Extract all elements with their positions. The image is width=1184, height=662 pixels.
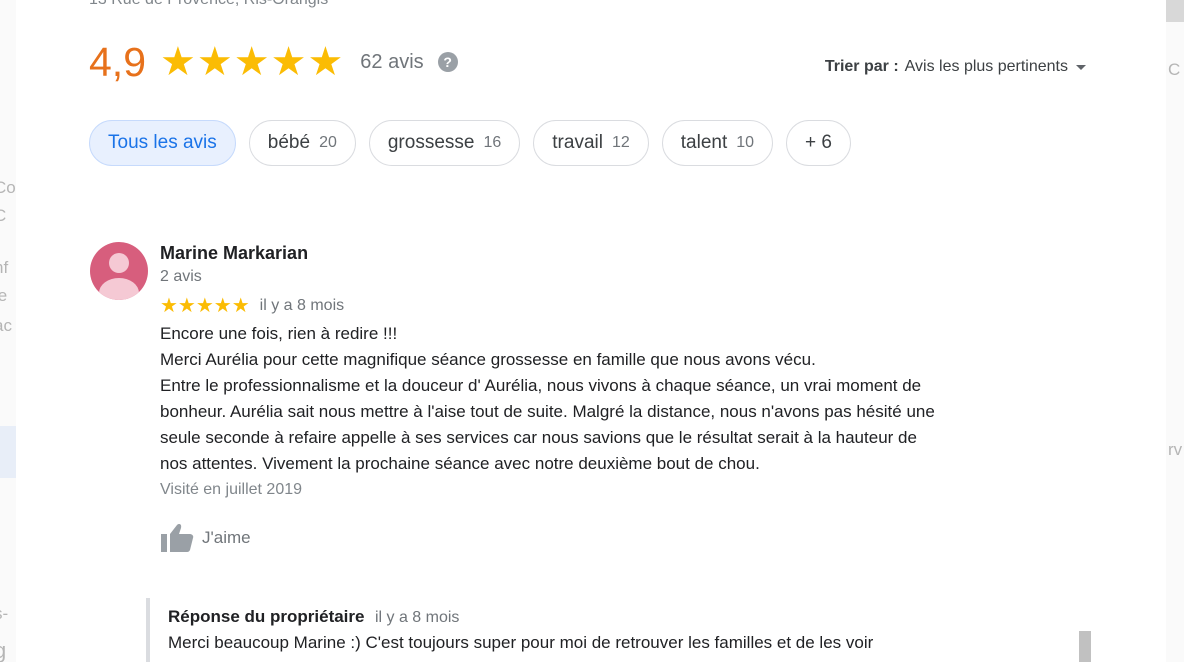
sort-dropdown[interactable]: Trier par : Avis les plus pertinents <box>825 58 1086 76</box>
chip-label: talent <box>680 132 728 153</box>
background-page-left: Co C nf le ac s- g <box>0 0 16 662</box>
background-header-bar <box>1166 0 1184 22</box>
background-text-fragment: le <box>0 286 8 305</box>
review-text-line: nos attentes. Vivement la prochaine séan… <box>160 454 760 473</box>
filter-chip-more[interactable]: + 6 <box>786 120 851 166</box>
chip-label: bébé <box>267 132 311 153</box>
owner-response-date: il y a 8 mois <box>374 609 460 626</box>
filter-chip-travail[interactable]: travail 12 <box>533 120 649 166</box>
scrollbar-thumb[interactable] <box>1079 631 1091 662</box>
review-author[interactable]: Marine Markarian <box>160 242 1060 264</box>
review-text: Encore une fois, rien à redire !!! Merci… <box>160 321 1060 477</box>
sort-value: Avis les plus pertinents <box>904 58 1068 75</box>
chip-count: 20 <box>319 134 337 151</box>
person-icon-body <box>99 278 139 300</box>
background-selected-item <box>0 426 16 478</box>
filter-chip-all[interactable]: Tous les avis <box>89 120 236 166</box>
background-text-fragment: Co <box>0 178 16 197</box>
help-icon[interactable]: ? <box>437 52 458 72</box>
chip-label: travail <box>552 132 603 153</box>
chip-count: 12 <box>611 134 630 151</box>
review-stars-icon: ★★★★★ <box>160 295 250 317</box>
rating-stars-icon: ★★★★★ <box>160 40 345 84</box>
chip-label: Tous les avis <box>108 132 217 153</box>
like-label: J'aime <box>202 528 251 547</box>
background-text-fragment: rv <box>1168 440 1183 459</box>
background-page-right: C rv <box>1166 0 1184 662</box>
rating-score: 4,9 <box>89 38 146 85</box>
background-text-fragment: C <box>0 206 7 225</box>
review-count: 62 avis <box>360 50 424 73</box>
avatar[interactable] <box>90 242 148 300</box>
review-text-line: Entre le professionnalisme et la douceur… <box>160 376 922 395</box>
review-text-line: seule seconde à refaire appelle à ses se… <box>160 428 917 447</box>
chip-count: 16 <box>483 134 502 151</box>
like-button[interactable]: J'aime <box>160 523 1060 553</box>
review-text-line: bonheur. Aurélia sait nous mettre à l'ai… <box>160 402 935 421</box>
rating-summary: 4,9 ★★★★★ 62 avis ? <box>89 36 458 88</box>
review-author-meta: 2 avis <box>160 268 202 285</box>
reviews-dialog: 13 Rue de Provence, Ris-Orangis 4,9 ★★★★… <box>16 0 1166 662</box>
visit-date: Visité en juillet 2019 <box>160 481 303 498</box>
review-date: il y a 8 mois <box>259 297 345 314</box>
chevron-down-icon <box>1076 64 1086 70</box>
chip-label: grossesse <box>387 132 475 153</box>
review-filter-chips: Tous les avis bébé 20 grossesse 16 trava… <box>89 120 851 166</box>
review-item: Marine Markarian 2 avis ★★★★★ il y a 8 m… <box>160 242 1060 553</box>
review-rating: ★★★★★ il y a 8 mois <box>160 296 1060 316</box>
filter-chip-grossesse[interactable]: grossesse 16 <box>368 120 521 166</box>
thumbs-up-icon <box>161 524 194 552</box>
chip-label: + 6 <box>805 132 832 153</box>
background-text-fragment: g <box>0 638 7 662</box>
review-text-line: Merci Aurélia pour cette magnifique séan… <box>160 350 816 369</box>
person-icon <box>109 253 129 273</box>
owner-response-title: Réponse du propriétaire <box>168 607 365 626</box>
background-text-fragment: ac <box>0 316 12 335</box>
background-text-fragment: C <box>1168 60 1181 79</box>
chip-count: 10 <box>736 134 755 151</box>
owner-response-text: Merci beaucoup Marine :) C'est toujours … <box>168 633 874 652</box>
filter-chip-talent[interactable]: talent 10 <box>661 120 774 166</box>
business-address: 13 Rue de Provence, Ris-Orangis <box>89 0 328 9</box>
filter-chip-bebe[interactable]: bébé 20 <box>248 120 356 166</box>
background-text-fragment: nf <box>0 258 9 277</box>
review-text-line: Encore une fois, rien à redire !!! <box>160 324 398 343</box>
background-text-fragment: s- <box>0 604 9 623</box>
sort-label: Trier par : <box>824 58 899 75</box>
owner-response: Réponse du propriétaire il y a 8 mois Me… <box>146 598 1106 662</box>
